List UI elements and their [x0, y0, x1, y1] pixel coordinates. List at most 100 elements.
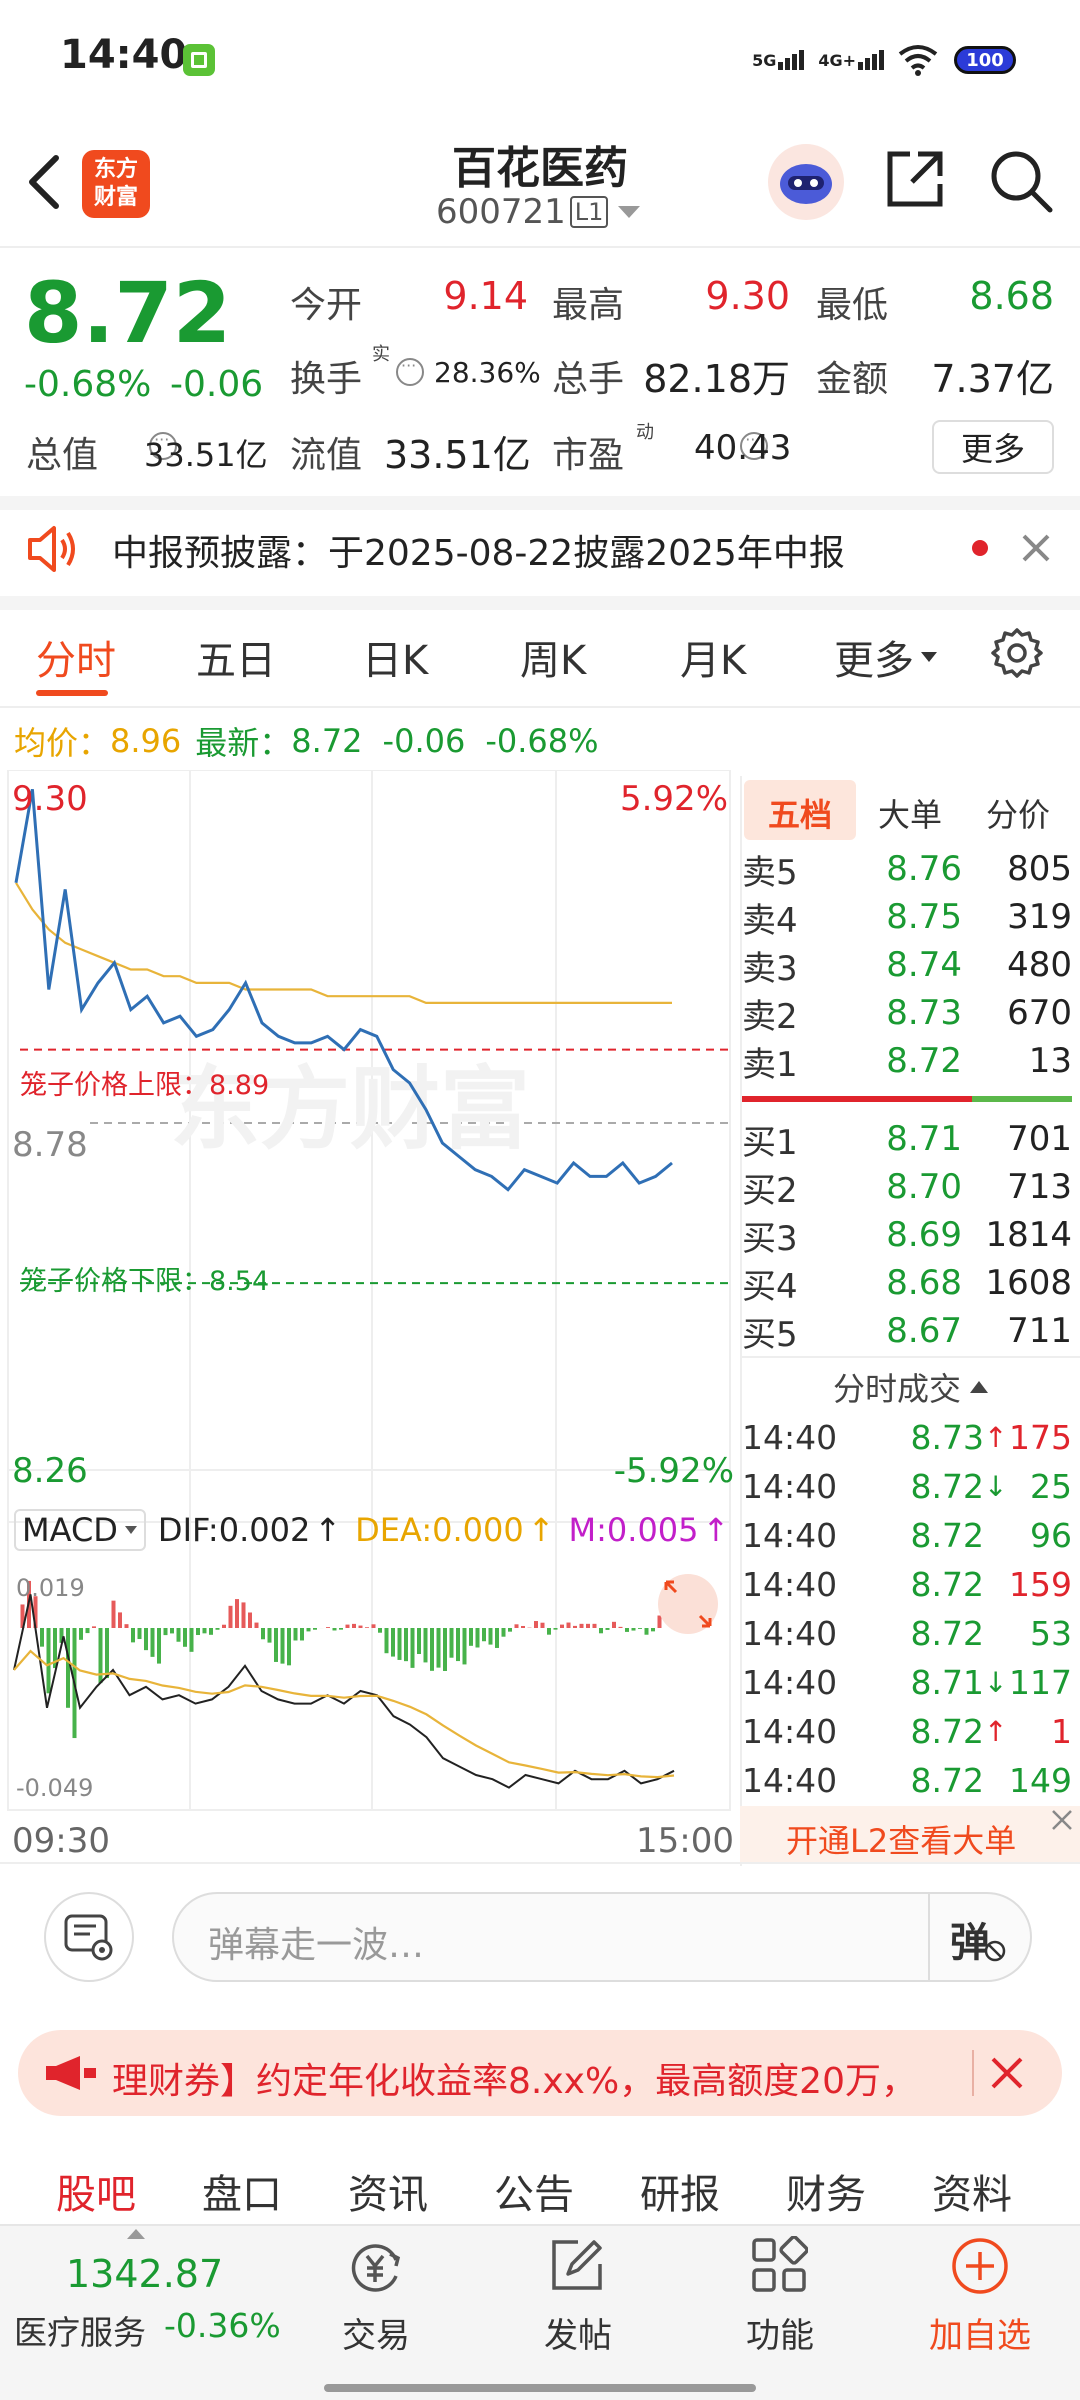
mcap-value: 33.51亿 [144, 436, 268, 474]
tab-weekly-k[interactable]: 周K [520, 628, 586, 686]
post-icon[interactable] [548, 2236, 606, 2294]
ask-row[interactable]: 卖3 8.74 480 [742, 942, 1072, 989]
ask-row[interactable]: 卖2 8.73 670 [742, 990, 1072, 1037]
macd-selector[interactable]: MACD [14, 1509, 146, 1551]
macd-bar [638, 1628, 642, 1629]
macd-bar [553, 1628, 558, 1630]
macd-bar [202, 1628, 207, 1634]
bid-row[interactable]: 买2 8.70 713 [742, 1164, 1072, 1211]
btab-announcements[interactable]: 公告 [494, 2162, 574, 2220]
macd-bar [118, 1612, 122, 1628]
macd-bar [170, 1628, 174, 1634]
tab-monthly-k[interactable]: 月K [680, 628, 746, 686]
trade-volume: 1 [1051, 1711, 1072, 1751]
trade-price: 8.72 [910, 1466, 984, 1506]
macd-bar [339, 1628, 343, 1630]
add-watchlist-button[interactable]: 加自选 [910, 2308, 1050, 2357]
ob-tab-big-order[interactable]: 大单 [858, 790, 962, 836]
sector-pct: -0.36% [164, 2306, 281, 2345]
latest-change: -0.06 [382, 722, 466, 760]
function-button[interactable]: 功能 [710, 2308, 850, 2357]
intraday-statline: 均价： 8.96 最新： 8.72 -0.06 -0.68% [14, 718, 599, 764]
ask-row[interactable]: 卖1 8.72 13 [742, 1038, 1072, 1085]
high-label: 最高 [552, 285, 625, 326]
trade-price: 8.72 [910, 1711, 984, 1751]
notification-app-icon [183, 44, 215, 76]
sector-index-value[interactable]: 1342.87 [66, 2252, 223, 2296]
trade-row: 14:40 8.72 149 [742, 1757, 1072, 1803]
ask-label: 卖2 [742, 996, 798, 1037]
macd-bar [274, 1628, 278, 1662]
function-icon[interactable] [750, 2236, 808, 2294]
macd-bar [469, 1628, 473, 1646]
sector-name[interactable]: 医疗服务 [14, 2306, 146, 2354]
tab-intraday[interactable]: 分时 [36, 628, 116, 686]
btab-profile[interactable]: 资料 [932, 2162, 1012, 2220]
trade-time: 14:40 [742, 1417, 838, 1457]
bid-volume: 711 [1007, 1311, 1072, 1351]
ob-tab-level5[interactable]: 五档 [744, 790, 856, 836]
macd-bar [241, 1602, 246, 1628]
macd-bar [313, 1628, 317, 1630]
trade-volume: 175 [1009, 1417, 1072, 1457]
wifi-icon [898, 45, 938, 76]
dif-arrow-icon: ↑ [314, 1511, 342, 1549]
ad-close-icon[interactable] [990, 2056, 1024, 2090]
search-icon[interactable] [988, 148, 1054, 214]
caret-down-icon [124, 1526, 137, 1534]
turnover-info-icon[interactable] [396, 356, 424, 386]
btab-research[interactable]: 研报 [640, 2162, 720, 2220]
macd-bar [651, 1628, 655, 1632]
share-icon[interactable] [884, 148, 946, 210]
macd-bar [105, 1628, 109, 1679]
ask-price: 8.76 [886, 849, 962, 889]
macd-bar [248, 1612, 252, 1628]
ob-tab-price-dist[interactable]: 分价 [966, 790, 1070, 836]
caret-up-icon [127, 2229, 145, 2239]
ask-row[interactable]: 卖4 8.75 319 [742, 894, 1072, 941]
macd-bar [384, 1628, 389, 1654]
bid-label: 买2 [742, 1170, 798, 1211]
tab-5day[interactable]: 五日 [196, 628, 276, 686]
y-bottom-label: 8.26 [12, 1451, 88, 1491]
danmu-separator [928, 1894, 930, 1980]
trades-title[interactable]: 分时成交 [742, 1364, 1080, 1410]
upper-limit-label: 笼子价格上限：8.89 [20, 1070, 269, 1101]
macd-bar [475, 1628, 480, 1648]
pe-label: 市盈 [552, 435, 625, 476]
notice-text[interactable]: 中报预披露：于2025-08-22披露2025年中报 [112, 524, 845, 576]
bid-row[interactable]: 买5 8.67 711 [742, 1308, 1072, 1355]
trade-price: 8.72 [910, 1564, 984, 1604]
ad-text-clip: 理财券】约定年化收益率8.xx%，最高额度20万， [112, 2030, 972, 2116]
btab-finance[interactable]: 财务 [786, 2162, 866, 2220]
macd-bar [196, 1628, 200, 1636]
tab-daily-k[interactable]: 日K [362, 628, 428, 686]
ai-assistant-icon[interactable] [766, 142, 846, 222]
macd-bar [462, 1628, 467, 1665]
l2-close-icon[interactable] [1050, 1808, 1074, 1832]
home-indicator[interactable] [324, 2384, 756, 2392]
btab-market[interactable]: 盘口 [202, 2162, 282, 2220]
settings-gear-icon[interactable] [990, 626, 1044, 680]
notice-close-icon[interactable] [1020, 532, 1052, 564]
btab-news[interactable]: 资讯 [348, 2162, 428, 2220]
bid-row[interactable]: 买3 8.69 1814 [742, 1212, 1072, 1259]
more-quote-button[interactable]: 更多 [932, 420, 1054, 474]
ask-row[interactable]: 卖5 8.76 805 [742, 846, 1072, 893]
add-watchlist-icon[interactable] [950, 2236, 1010, 2296]
stock-code-selector[interactable]: 600721 L1 [436, 192, 642, 232]
post-button[interactable]: 发帖 [508, 2308, 648, 2357]
btab-forum[interactable]: 股吧 [56, 2162, 136, 2220]
bid-price: 8.68 [886, 1263, 962, 1303]
ask-label: 卖1 [742, 1044, 798, 1085]
trade-icon[interactable] [346, 2238, 404, 2296]
bid-row[interactable]: 买4 8.68 1608 [742, 1260, 1072, 1307]
ask-volume: 480 [1007, 945, 1072, 985]
bid-row[interactable]: 买1 8.71 701 [742, 1116, 1072, 1163]
trade-button[interactable]: 交易 [306, 2308, 446, 2357]
comment-settings-icon [64, 1914, 113, 1961]
macd-bar [378, 1628, 382, 1633]
tab-more[interactable]: 更多 [834, 628, 938, 686]
macd-bar [423, 1628, 428, 1663]
intraday-chart[interactable]: 东方财富 9.30 5.92% 8.78 笼子价格上限：8.89 笼子价格下限：… [0, 770, 736, 1860]
